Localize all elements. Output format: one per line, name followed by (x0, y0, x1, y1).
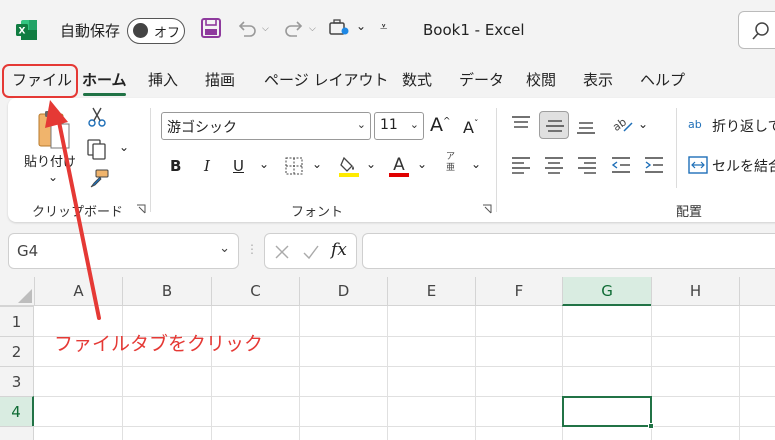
annotation-callout: ファイルタブをクリック (54, 333, 264, 355)
annotation-arrow (45, 100, 101, 320)
